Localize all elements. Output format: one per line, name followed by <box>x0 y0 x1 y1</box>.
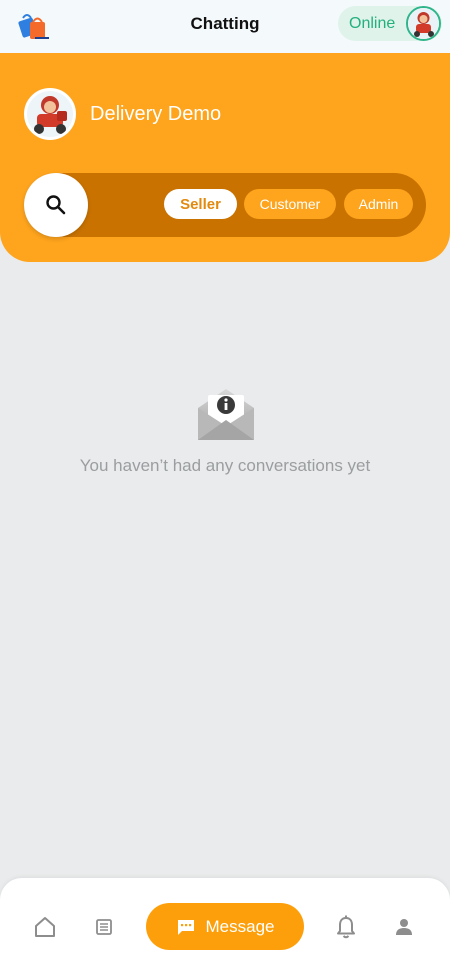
store-name: Delivery Demo <box>90 103 222 125</box>
top-app-bar: Chatting Online <box>0 0 450 53</box>
filter-chip-seller[interactable]: Seller <box>164 189 237 219</box>
chat-header: Delivery Demo Seller Customer Admin <box>0 53 450 262</box>
conversation-filter-bar: Seller Customer Admin <box>24 173 426 237</box>
envelope-info-icon <box>196 386 256 442</box>
nav-message-label: Message <box>205 916 275 936</box>
filter-chip-customer[interactable]: Customer <box>244 189 336 219</box>
profile-icon <box>396 919 412 935</box>
search-button[interactable] <box>24 173 88 237</box>
home-icon <box>35 917 55 937</box>
online-status-label: Online <box>349 15 396 32</box>
chat-bubble-icon <box>177 919 194 935</box>
nav-profile-button[interactable] <box>393 916 415 938</box>
nav-message-button[interactable]: Message <box>146 903 304 950</box>
empty-state-message: You haven’t had any conversations yet <box>79 456 371 475</box>
bell-icon <box>337 915 355 939</box>
delivery-rider-avatar-icon <box>408 8 439 39</box>
nav-notifications-button[interactable] <box>334 914 358 940</box>
filter-chip-admin[interactable]: Admin <box>344 189 413 219</box>
delivery-rider-avatar-icon <box>27 91 73 137</box>
store-avatar <box>24 88 76 140</box>
nav-orders-button[interactable] <box>94 917 114 937</box>
orders-list-icon <box>96 919 112 935</box>
bottom-navigation: Message <box>0 878 450 975</box>
nav-home-button[interactable] <box>33 915 57 939</box>
search-icon <box>46 195 66 215</box>
profile-avatar[interactable] <box>406 6 441 41</box>
